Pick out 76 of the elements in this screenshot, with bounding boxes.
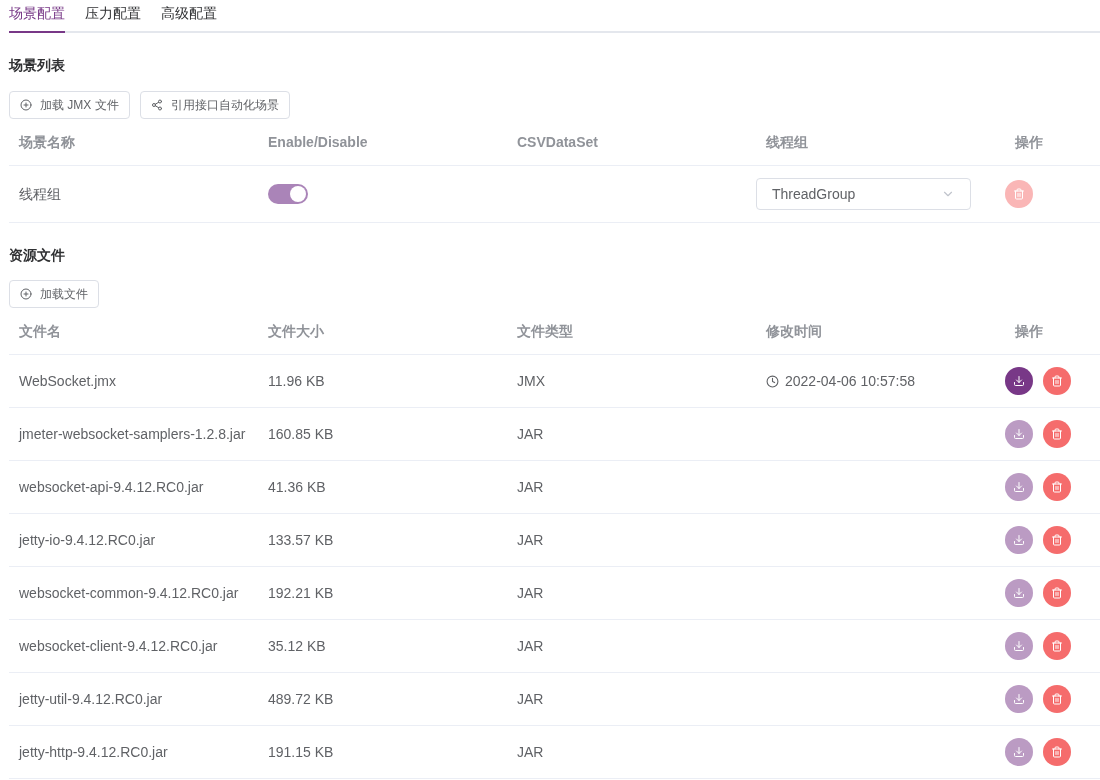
share-icon [150, 99, 163, 111]
table-cell-text: 489.72 KB [267, 689, 335, 709]
table-cell-text: websocket-api-9.4.12.RC0.jar [18, 477, 205, 497]
delete-button[interactable] [1043, 685, 1071, 713]
table-cell-text: websocket-common-9.4.12.RC0.jar [18, 583, 240, 603]
column-header: 修改时间 [765, 321, 823, 341]
trash-icon [1051, 640, 1063, 652]
table-cell-text: jetty-io-9.4.12.RC0.jar [17, 530, 157, 550]
trash-icon [1051, 428, 1063, 440]
delete-button[interactable] [1043, 579, 1071, 607]
delete-button[interactable] [1043, 473, 1071, 501]
toolbar-button[interactable]: 引用接口自动化场景 [139, 91, 290, 119]
clock-icon [766, 374, 779, 388]
column-header: 文件大小 [267, 321, 325, 341]
table-cell-text: 2022-04-06 10:57:58 [785, 371, 915, 391]
download-button[interactable] [1005, 367, 1033, 395]
toggle-switch[interactable] [268, 184, 308, 204]
download-icon [1013, 481, 1025, 493]
table-cell-text: JAR [516, 742, 545, 762]
tab[interactable]: 压力配置 [85, 0, 141, 33]
table-cell-text: 191.15 KB [267, 742, 335, 762]
plus-circle-icon [20, 99, 32, 111]
table-cell-text: JMX [516, 371, 546, 391]
table-cell-text: websocket-client-9.4.12.RC0.jar [18, 636, 219, 656]
table-cell-text: JAR [516, 424, 545, 444]
trash-icon [1051, 481, 1063, 493]
select-field[interactable]: ThreadGroup [756, 178, 971, 210]
table-cell-text: 35.12 KB [267, 636, 327, 656]
section-title: 资源文件 [9, 246, 66, 265]
table-cell-text: JAR [516, 689, 545, 709]
table-cell-text: JAR [516, 477, 545, 497]
table-cell-text: 160.85 KB [267, 424, 335, 444]
toolbar-button[interactable]: 加载文件 [9, 280, 99, 308]
trash-icon [1051, 534, 1063, 546]
download-icon [1013, 375, 1025, 387]
column-header: 场景名称 [17, 132, 76, 152]
download-icon [1013, 693, 1025, 705]
table-cell-text: JAR [516, 636, 545, 656]
trash-icon [1051, 746, 1063, 758]
table-cell-text: JAR [516, 583, 545, 603]
download-icon [1013, 640, 1025, 652]
delete-button[interactable] [1043, 420, 1071, 448]
trash-icon [1051, 375, 1063, 387]
column-header: 文件名 [18, 321, 62, 341]
trash-icon [1051, 587, 1063, 599]
tab[interactable]: 高级配置 [161, 0, 217, 33]
delete-button[interactable] [1043, 526, 1071, 554]
column-header: 文件类型 [516, 321, 574, 341]
download-icon [1013, 587, 1025, 599]
delete-button[interactable] [1043, 738, 1071, 766]
download-icon [1013, 534, 1025, 546]
column-header: 操作 [1014, 321, 1044, 341]
table-cell-text: jetty-util-9.4.12.RC0.jar [17, 689, 164, 709]
column-header: 操作 [1014, 132, 1044, 152]
tab[interactable]: 场景配置 [9, 0, 65, 33]
column-header: Enable/Disable [267, 132, 369, 152]
trash-icon [1051, 693, 1063, 705]
table-cell-text: JAR [516, 530, 545, 550]
trash-icon [1013, 188, 1025, 200]
toolbar-button[interactable]: 加载 JMX 文件 [9, 91, 130, 119]
plus-circle-icon [20, 288, 32, 300]
section-title: 场景列表 [9, 56, 66, 75]
table-cell-text: 133.57 KB [267, 530, 335, 550]
table-cell-text: jetty-http-9.4.12.RC0.jar [17, 742, 169, 762]
delete-button[interactable] [1043, 632, 1071, 660]
download-icon [1013, 428, 1025, 440]
table-cell-text: jmeter-websocket-samplers-1.2.8.jar [17, 424, 247, 444]
delete-button[interactable] [1043, 367, 1071, 395]
table-cell-text: WebSocket.jmx [18, 371, 117, 391]
table-cell-text: 41.36 KB [267, 477, 327, 497]
download-icon [1013, 746, 1025, 758]
table-cell-text: 线程组 [18, 184, 62, 204]
table-cell-text: 11.96 KB [267, 371, 326, 391]
column-header: CSVDataSet [516, 132, 599, 152]
column-header: 线程组 [765, 132, 809, 152]
table-cell-text: 192.21 KB [267, 583, 335, 603]
